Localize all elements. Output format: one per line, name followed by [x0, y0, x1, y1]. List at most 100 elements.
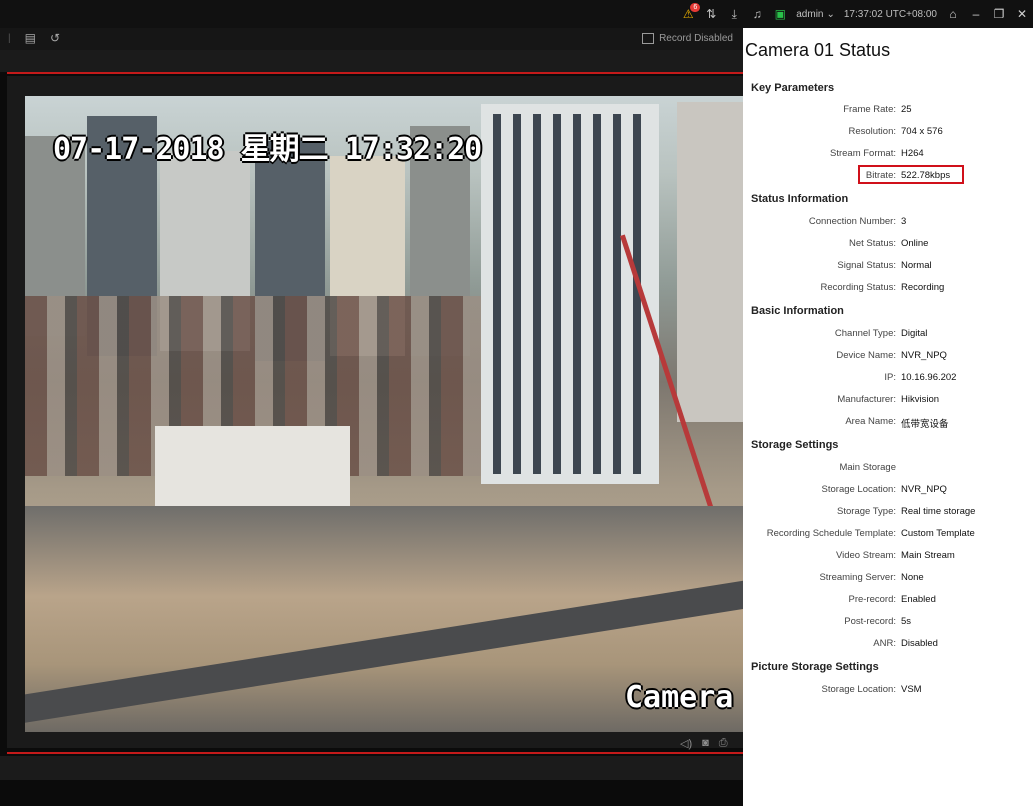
- row-pre-record: Pre-record: Enabled: [743, 594, 1033, 610]
- clock: 17:37:02 UTC+08:00: [843, 8, 937, 20]
- row-post-record: Post-record: 5s: [743, 616, 1033, 632]
- row-label: Storage Location:: [821, 684, 896, 695]
- row-main-storage: Main Storage: [743, 462, 1033, 478]
- row-picture-storage-location: Storage Location: VSM: [743, 684, 1033, 700]
- window-border-top: [7, 72, 743, 74]
- row-label: Connection Number:: [808, 216, 896, 227]
- video-window-tools: ◁) ◙ ⎙: [680, 737, 728, 750]
- row-streaming-server: Streaming Server: None: [743, 572, 1033, 588]
- row-label: Streaming Server:: [819, 572, 896, 583]
- window-column: [513, 114, 521, 474]
- row-value: Main Stream: [901, 550, 955, 561]
- row-recording-status: Recording Status: Recording: [743, 282, 1033, 298]
- row-value: Custom Template: [901, 528, 975, 539]
- row-value: NVR_NPQ: [901, 350, 947, 361]
- osd-datetime: 07-17-2018 星期二 17:32:20: [53, 132, 482, 167]
- row-value: H264: [901, 148, 924, 159]
- row-signal-status: Signal Status: Normal: [743, 260, 1033, 276]
- user-name: admin: [796, 8, 824, 20]
- row-label: Storage Location:: [821, 484, 896, 495]
- row-label: Resolution:: [848, 126, 896, 137]
- live-view-toolbar: | ▤ ↺ Record Disabled: [0, 28, 743, 50]
- camera-video-feed[interactable]: 07-17-2018 星期二 17:32:20 Camera 0: [25, 96, 743, 732]
- audio-icon[interactable]: ◁): [680, 737, 692, 750]
- row-label: Signal Status:: [837, 260, 896, 271]
- row-manufacturer: Manufacturer: Hikvision: [743, 394, 1033, 410]
- row-label: Main Storage: [839, 462, 896, 473]
- row-resolution: Resolution: 704 x 576: [743, 126, 1033, 142]
- row-value: Recording: [901, 282, 945, 293]
- sort-icon[interactable]: ⇅: [704, 7, 718, 21]
- window-column: [533, 114, 541, 474]
- row-value: 3: [901, 216, 907, 227]
- section-basic-information: Basic Information: [751, 305, 844, 317]
- user-menu[interactable]: admin ⌄: [796, 9, 835, 20]
- lock-icon[interactable]: ⌂: [946, 7, 960, 21]
- panel-title: Camera 01 Status: [745, 40, 891, 60]
- bottom-area: [0, 780, 743, 806]
- row-value: Real time storage: [901, 506, 976, 517]
- row-area-name: Area Name: 低带宽设备: [743, 416, 1033, 432]
- print-icon[interactable]: ⎙: [719, 737, 728, 750]
- row-label: Post-record:: [844, 616, 896, 627]
- bell-icon[interactable]: ♫: [750, 7, 764, 21]
- office-tower: [481, 104, 659, 484]
- row-device-name: Device Name: NVR_NPQ: [743, 350, 1033, 366]
- download-icon[interactable]: ⤓: [727, 7, 741, 21]
- row-bitrate: Bitrate: 522.78kbps: [743, 170, 1033, 186]
- row-value: 5s: [901, 616, 912, 627]
- row-label: Bitrate:: [865, 170, 896, 181]
- row-value: Enabled: [901, 594, 936, 605]
- row-value: VSM: [901, 684, 922, 695]
- camera-icon[interactable]: ◙: [702, 737, 709, 750]
- row-net-status: Net Status: Online: [743, 238, 1033, 254]
- low-building: [155, 426, 350, 506]
- row-value: None: [901, 572, 924, 583]
- row-label: Recording Status:: [820, 282, 896, 293]
- row-value: Hikvision: [901, 394, 940, 405]
- record-label: Record Disabled: [659, 33, 733, 44]
- window-header-band: [0, 50, 743, 72]
- row-value: Disabled: [901, 638, 938, 649]
- row-value: Normal: [901, 260, 932, 271]
- row-channel-type: Channel Type: Digital: [743, 328, 1033, 344]
- row-label: Storage Type:: [837, 506, 896, 517]
- close-button[interactable]: ✕: [1015, 7, 1029, 21]
- title-bar: ⚠ 6 ⇅ ⤓ ♫ ▣ admin ⌄ 17:37:02 UTC+08:00 ⌂ …: [0, 0, 1033, 28]
- row-value: Online: [901, 238, 929, 249]
- row-ip: IP: 10.16.96.202: [743, 372, 1033, 388]
- health-monitor-icon[interactable]: ▣: [773, 7, 787, 21]
- section-key-parameters: Key Parameters: [751, 82, 835, 94]
- minimize-button[interactable]: –: [969, 7, 983, 21]
- row-anr: ANR: Disabled: [743, 638, 1033, 654]
- section-storage-settings: Storage Settings: [751, 439, 839, 451]
- restore-button[interactable]: ❐: [992, 7, 1006, 21]
- row-value: Digital: [901, 328, 928, 339]
- row-label: Recording Schedule Template:: [766, 528, 896, 539]
- camera-status-panel: Camera 01 Status Key Parameters Frame Ra…: [743, 28, 1033, 806]
- record-icon: [642, 33, 655, 44]
- row-label: ANR:: [873, 638, 896, 649]
- bottom-band: [0, 756, 743, 780]
- row-value: 522.78kbps: [901, 170, 951, 181]
- window-column: [553, 114, 561, 474]
- title-bar-tools: ⚠ 6 ⇅ ⤓ ♫ ▣ admin ⌄ 17:37:02 UTC+08:00 ⌂ …: [681, 0, 1033, 28]
- row-connection-number: Connection Number: 3: [743, 216, 1033, 232]
- row-storage-location: Storage Location: NVR_NPQ: [743, 484, 1033, 500]
- divider: |: [8, 32, 11, 44]
- row-stream-format: Stream Format: H264: [743, 148, 1033, 164]
- row-recording-schedule-template: Recording Schedule Template: Custom Templ…: [743, 528, 1033, 544]
- section-status-information: Status Information: [751, 193, 849, 205]
- row-value: 25: [901, 104, 912, 115]
- row-label: Device Name:: [836, 350, 896, 361]
- osd-camera-name: Camera 0: [625, 680, 743, 715]
- save-icon[interactable]: ▤: [25, 31, 36, 45]
- section-picture-storage-settings: Picture Storage Settings: [751, 661, 879, 673]
- refresh-icon[interactable]: ↺: [50, 31, 60, 45]
- row-value: NVR_NPQ: [901, 484, 947, 495]
- record-status[interactable]: Record Disabled: [642, 33, 733, 44]
- row-storage-type: Storage Type: Real time storage: [743, 506, 1033, 522]
- chevron-down-icon: ⌄: [826, 8, 835, 20]
- alarm-icon[interactable]: ⚠ 6: [681, 3, 701, 21]
- row-label: Net Status:: [849, 238, 896, 249]
